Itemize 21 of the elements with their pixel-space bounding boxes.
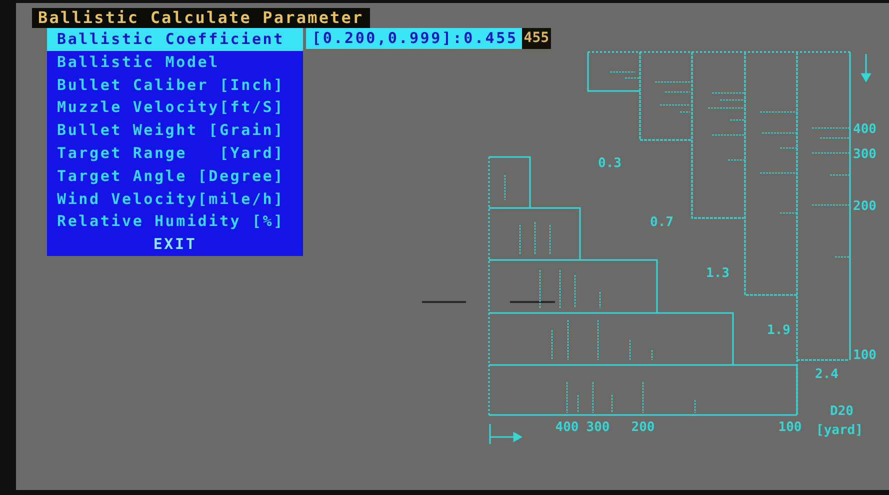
drop-label: 2.4 <box>815 367 838 382</box>
value-readout: 455 <box>522 28 552 49</box>
value-field[interactable]: [0.200,0.999]:0.455 <box>306 28 522 49</box>
down-arrow-icon <box>860 54 872 83</box>
menu-item[interactable]: Ballistic Coefficient <box>47 28 303 51</box>
range-label: 400 <box>555 420 579 435</box>
window-title: Ballistic Calculate Parameter <box>32 8 370 28</box>
range-label: 100 <box>778 420 802 435</box>
range-label: 200 <box>853 199 876 214</box>
drop-label: 1.3 <box>706 266 730 281</box>
range-label: 300 <box>586 420 610 435</box>
range-label: 200 <box>631 420 655 435</box>
model-label: D20 <box>830 404 854 419</box>
range-label: 300 <box>853 147 876 162</box>
range-label: 400 <box>853 122 876 137</box>
drop-label: 0.3 <box>598 156 622 171</box>
drop-label: 0.7 <box>650 215 674 230</box>
unit-label: [yard] <box>816 423 863 438</box>
drop-label: 1.9 <box>767 323 790 338</box>
range-label: 100 <box>853 348 876 363</box>
right-arrow-icon <box>489 424 523 444</box>
